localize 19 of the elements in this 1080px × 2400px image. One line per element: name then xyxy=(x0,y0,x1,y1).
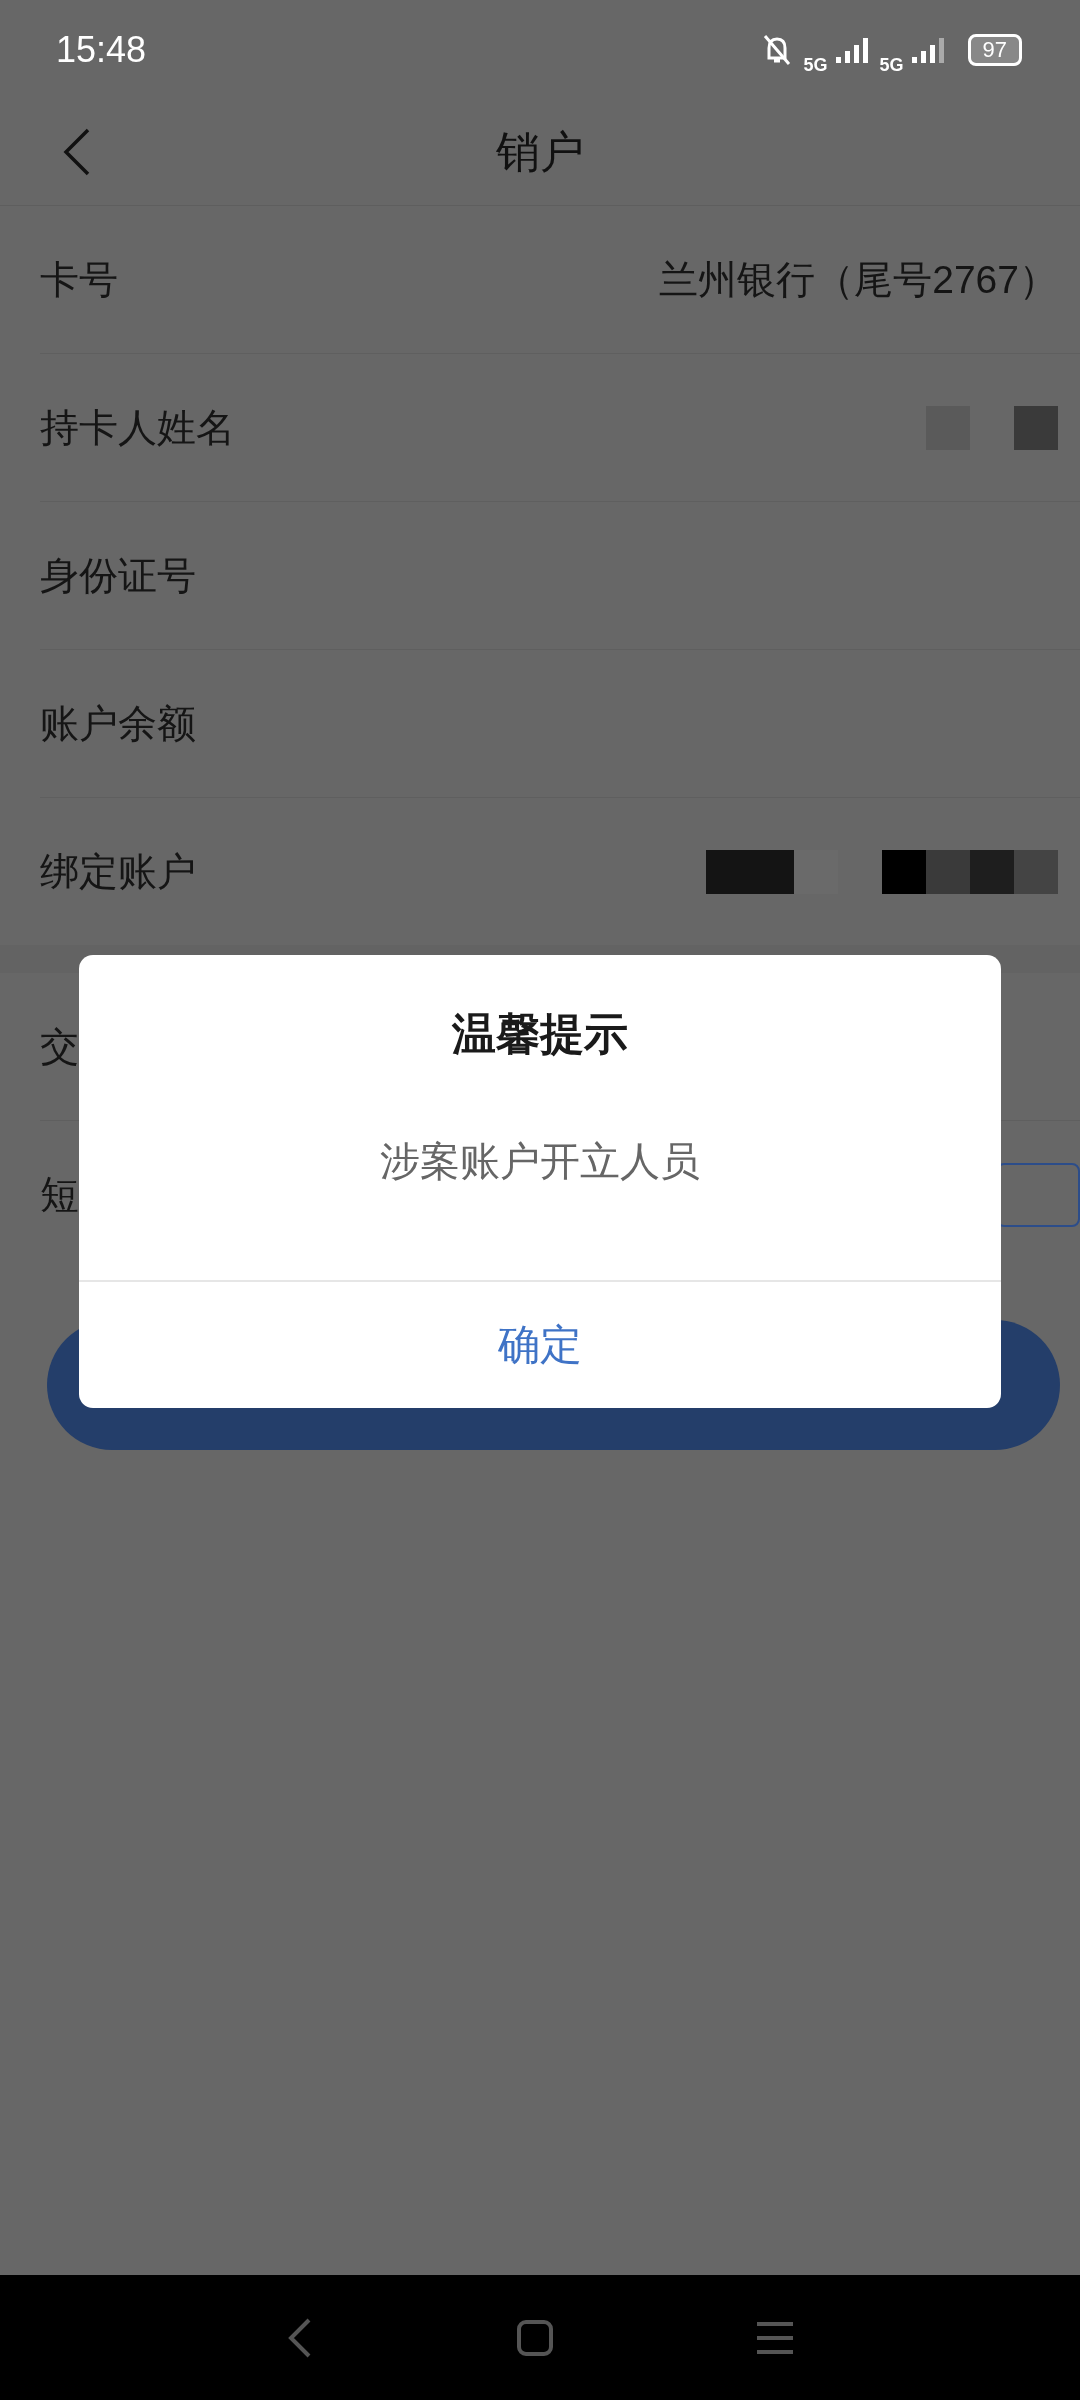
field-label: 身份证号 xyxy=(40,552,196,599)
field-label: 持卡人姓名 xyxy=(40,404,235,451)
field-label: 绑定账户 xyxy=(40,848,196,895)
battery-level: 97 xyxy=(967,34,1022,66)
field-label: 卡号 xyxy=(40,256,118,303)
network-label: 5G xyxy=(803,54,828,76)
status-time: 15:48 xyxy=(56,29,147,71)
field-label: 短 xyxy=(40,1171,79,1218)
network-label: 5G xyxy=(879,54,904,76)
page-title: 销户 xyxy=(496,126,584,178)
field-value: 兰州银行（尾号2767） xyxy=(659,256,1058,303)
field-label: 交 xyxy=(40,1023,79,1070)
dialog-title: 温馨提示 xyxy=(452,1008,628,1060)
confirm-button[interactable]: 确定 xyxy=(79,1280,1001,1408)
home-icon[interactable] xyxy=(515,2317,555,2358)
dialog-message: 涉案账户开立人员 xyxy=(380,1138,700,1185)
menu-icon[interactable] xyxy=(755,2319,795,2356)
field-label: 账户余额 xyxy=(40,700,196,747)
back-icon[interactable] xyxy=(62,127,92,177)
